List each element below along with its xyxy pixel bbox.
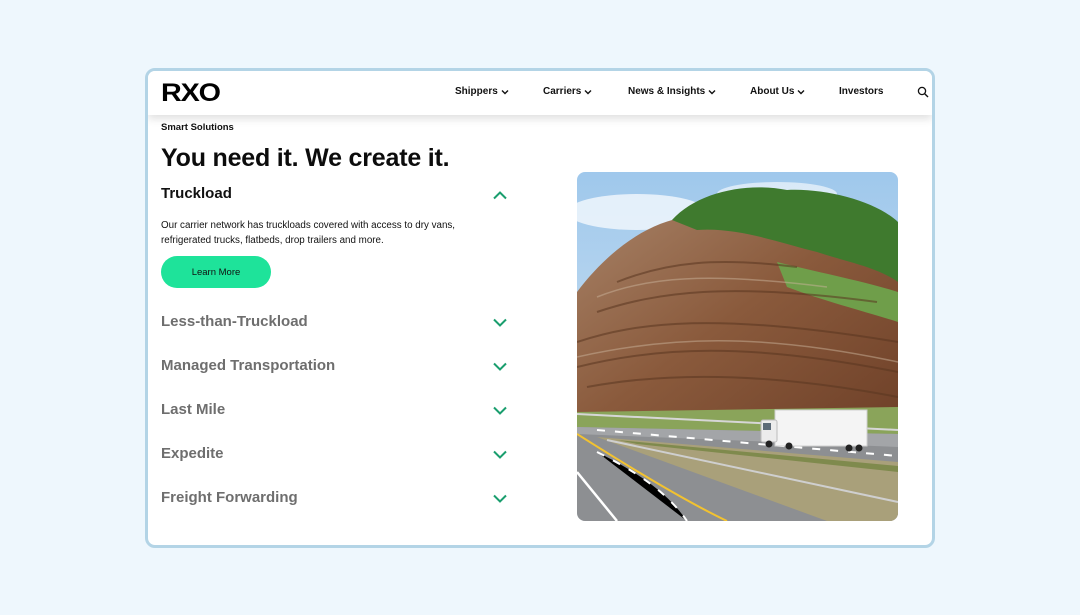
chevron-down-icon[interactable] (492, 362, 508, 372)
chevron-down-icon[interactable] (492, 318, 508, 328)
accordion-ltl-title[interactable]: Less-than-Truckload (161, 313, 308, 330)
nav-news-insights[interactable]: News & Insights (628, 86, 716, 97)
chevron-down-icon (501, 89, 509, 94)
learn-more-button[interactable]: Learn More (161, 256, 271, 288)
nav-news-insights-label: News & Insights (628, 86, 706, 97)
top-navbar: RXO Shippers Carriers News & Insights Ab… (148, 71, 932, 115)
accordion-truckload-title[interactable]: Truckload (161, 185, 232, 202)
chevron-down-icon (797, 89, 805, 94)
nav-about-us[interactable]: About Us (750, 86, 805, 97)
nav-investors[interactable]: Investors (839, 86, 883, 97)
accordion-expedite-title[interactable]: Expedite (161, 445, 224, 462)
chevron-down-icon[interactable] (492, 406, 508, 416)
browser-frame: RXO Shippers Carriers News & Insights Ab… (145, 68, 935, 548)
accordion-truckload-description: Our carrier network has truckloads cover… (161, 220, 456, 246)
search-icon[interactable] (917, 86, 929, 98)
nav-investors-label: Investors (839, 86, 884, 97)
chevron-down-icon[interactable] (492, 494, 508, 504)
nav-shippers[interactable]: Shippers (455, 86, 509, 97)
section-eyebrow: Smart Solutions (161, 122, 234, 133)
nav-shippers-label: Shippers (455, 86, 498, 97)
accordion-managed-transportation-title[interactable]: Managed Transportation (161, 357, 335, 374)
chevron-up-icon[interactable] (492, 190, 508, 200)
accordion-last-mile-title[interactable]: Last Mile (161, 401, 225, 418)
truck-highway-image (577, 172, 898, 521)
nav-about-us-label: About Us (750, 86, 795, 97)
rxo-logo[interactable]: RXO (161, 79, 221, 108)
accordion-freight-forwarding-title[interactable]: Freight Forwarding (161, 489, 298, 506)
chevron-down-icon (708, 89, 716, 94)
chevron-down-icon[interactable] (492, 450, 508, 460)
nav-carriers-label: Carriers (543, 86, 582, 97)
chevron-down-icon (584, 89, 592, 94)
nav-carriers[interactable]: Carriers (543, 86, 592, 97)
page-headline: You need it. We create it. (161, 144, 450, 172)
